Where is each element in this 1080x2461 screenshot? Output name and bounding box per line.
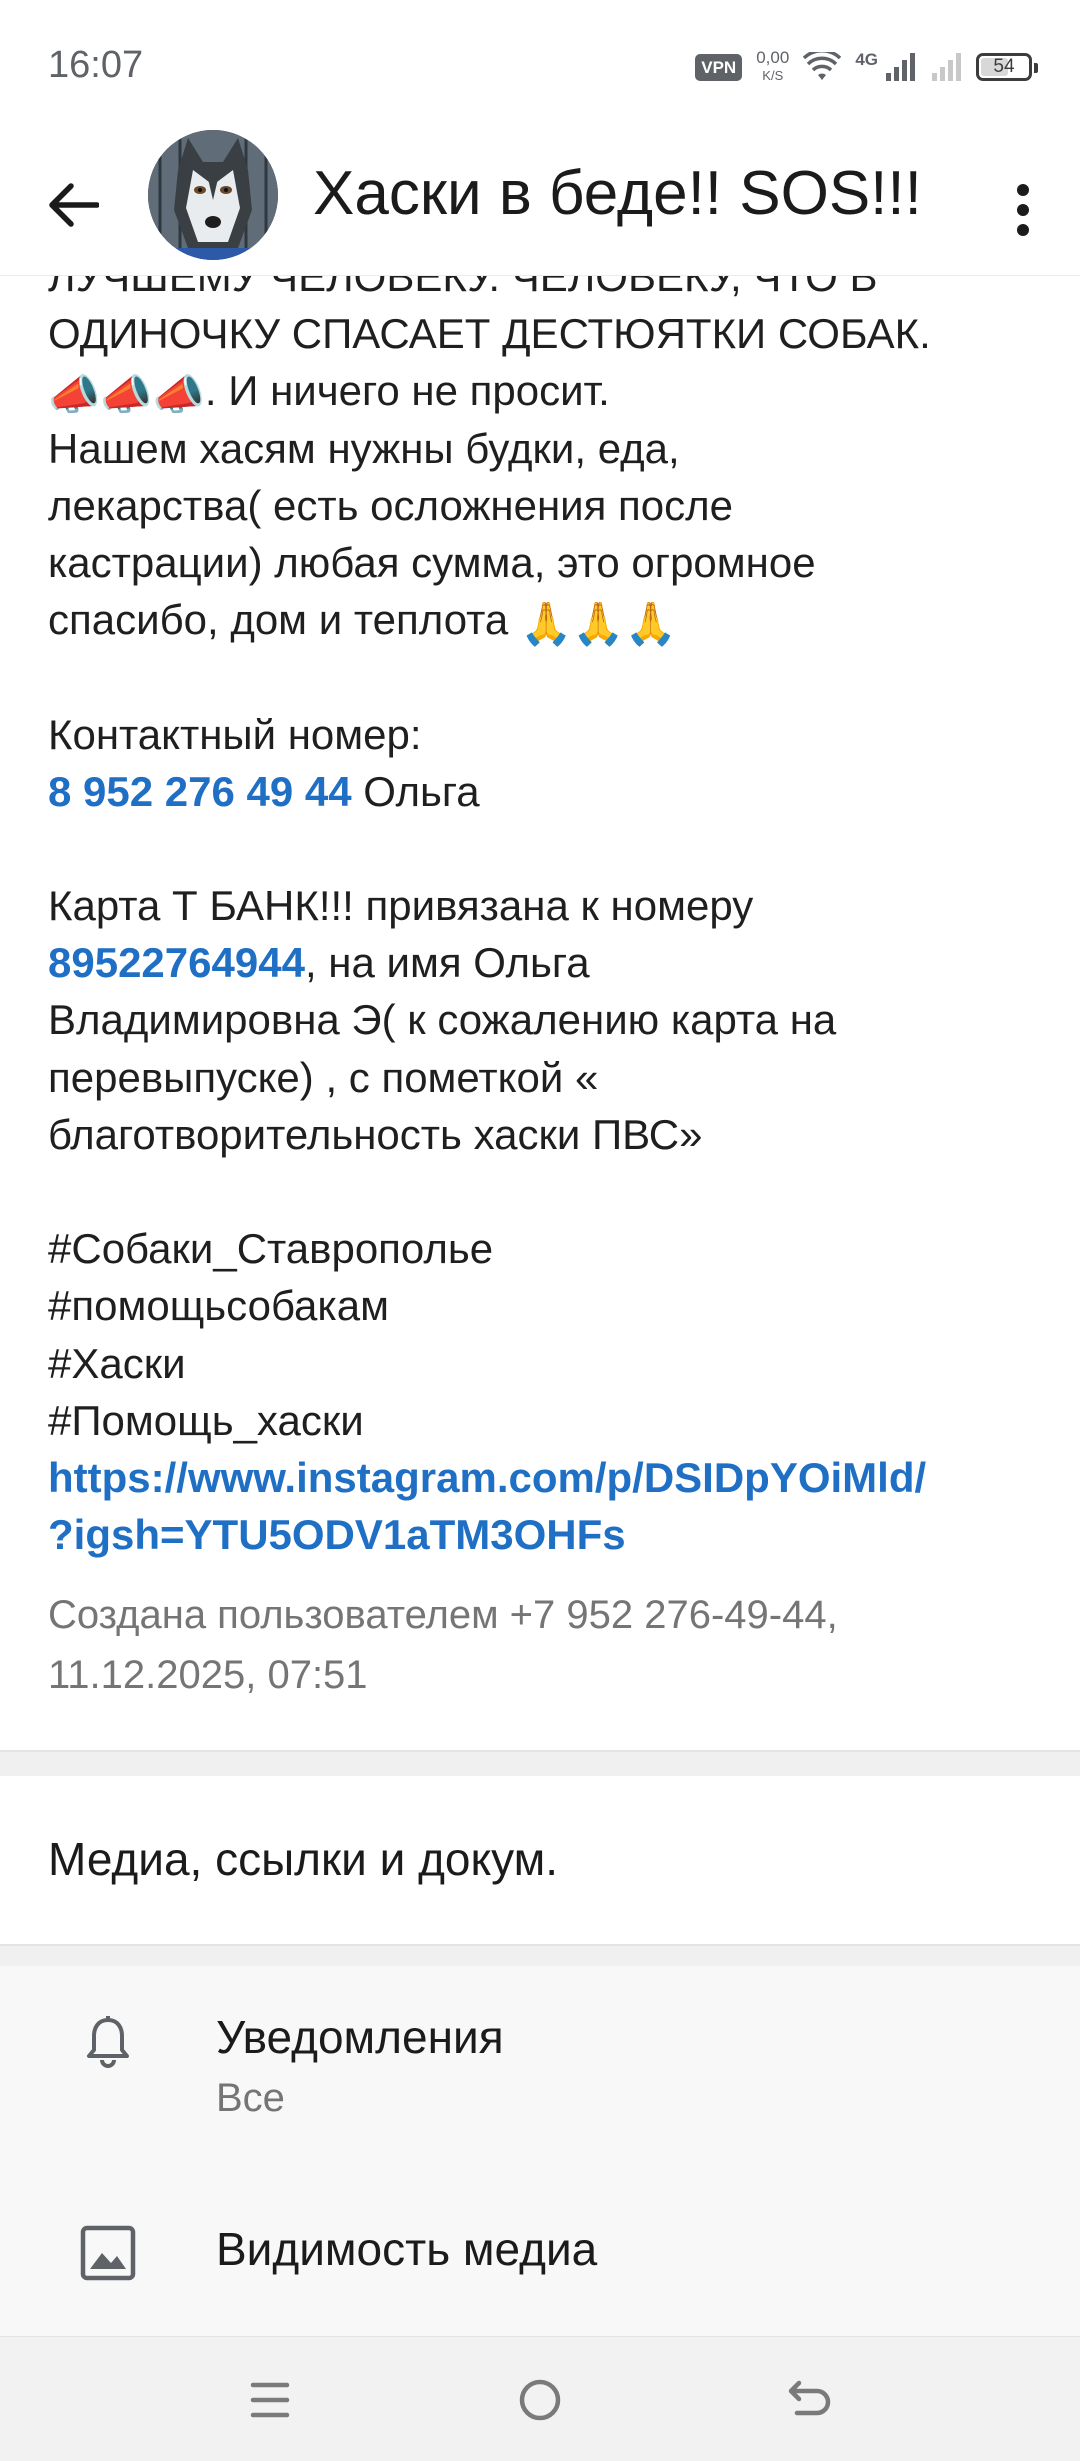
menu-icon <box>250 2382 290 2418</box>
notifications-value: Все <box>216 2076 285 2120</box>
signal-icon <box>886 53 915 81</box>
network-type: 4G <box>855 50 878 69</box>
description-line: Нашем хасям нужны будки, еда, <box>48 424 680 472</box>
instagram-link[interactable]: https://www.instagram.com/p/DSIDpYOiMld/ <box>48 1449 1048 1506</box>
network-speed-unit: K/S <box>762 68 784 83</box>
hashtag[interactable]: #Собаки_Ставрополье <box>48 1220 1048 1277</box>
media-visibility-title: Видимость медиа <box>216 2223 598 2275</box>
description-line: кастрации) любая сумма, это огромное <box>48 538 816 586</box>
contact-name: Ольга <box>351 767 480 815</box>
description-text: спасибо, дом и теплота <box>48 596 520 644</box>
description-line: 📣📣📣. И ничего не просит. <box>48 362 1048 419</box>
settings-section: Уведомления Все Видимость медиа <box>0 1966 1080 2336</box>
arrow-left-icon <box>49 183 99 227</box>
card-text: , на имя Ольга <box>304 939 590 987</box>
more-vertical-icon <box>1017 184 1029 236</box>
card-line: Владимировна Э( к сожалению карта на <box>48 996 837 1044</box>
chat-header: Хаски в беде!! SOS!!! <box>0 130 1080 275</box>
hashtag[interactable]: #помощьсобакам <box>48 1277 1048 1334</box>
card-line: благотворительность хаски ПВС» <box>48 1110 703 1158</box>
nav-menu-button[interactable] <box>235 2367 305 2433</box>
megaphone-emoji: 📣📣📣 <box>48 371 205 419</box>
contact-line: 8 952 276 49 44 Ольга <box>48 763 1048 820</box>
status-bar: 16:07 VPN 0,00 K/S 4G 54 <box>0 0 1080 130</box>
nav-home-button[interactable] <box>505 2367 575 2433</box>
status-time: 16:07 <box>48 44 144 86</box>
nav-back-button[interactable] <box>775 2367 845 2433</box>
contact-phone-link[interactable]: 8 952 276 49 44 <box>48 768 352 815</box>
card-line: 89522764944, на имя Ольга <box>48 934 1048 991</box>
hashtag[interactable]: #Помощь_хаски <box>48 1392 1048 1449</box>
description-line: лекарства( есть осложнения после <box>48 481 734 529</box>
battery-level: 54 <box>993 56 1015 77</box>
system-navigation-bar <box>0 2336 1080 2461</box>
media-links-docs-row[interactable]: Медиа, ссылки и докум. <box>0 1776 1080 1946</box>
card-line: Карта Т БАНК!!! привязана к номеру <box>48 882 754 930</box>
card-phone-link[interactable]: 89522764944 <box>48 939 305 986</box>
instagram-link-continued[interactable]: ?igsh=YTU5ODV1aTM3OHFs <box>48 1506 1048 1563</box>
section-divider <box>0 1750 1080 1778</box>
hashtag[interactable]: #Хаски <box>48 1335 1048 1392</box>
created-by: Создана пользователем +7 952 276-49-44, <box>48 1593 838 1637</box>
battery-icon: 54 <box>976 53 1038 81</box>
back-arrow-icon <box>788 2380 831 2416</box>
pray-emoji: 🙏🙏🙏 <box>519 600 677 648</box>
card-line: перевыпуске) , с пометкой « <box>48 1053 599 1101</box>
avatar[interactable] <box>148 130 278 260</box>
chat-title: Хаски в беде!! SOS!!! <box>313 159 922 228</box>
media-visibility-row[interactable]: Видимость медиа <box>0 2166 1080 2336</box>
bell-icon <box>75 2008 141 2074</box>
signal-2-icon <box>932 53 961 81</box>
created-date: 11.12.2025, 07:51 <box>48 1653 368 1697</box>
media-links-docs-label: Медиа, ссылки и докум. <box>48 1833 559 1885</box>
network-speed: 0,00 K/S <box>756 49 789 85</box>
husky-avatar-icon <box>148 130 278 260</box>
description-line: ОДИНОЧКУ СПАСАЕТ ДЕСТЮЯТКИ СОБАК. <box>48 310 931 358</box>
wifi-icon <box>803 52 842 80</box>
home-circle-icon <box>519 2379 561 2421</box>
image-icon <box>75 2220 141 2286</box>
back-button[interactable] <box>38 170 108 240</box>
network-speed-value: 0,00 <box>756 48 790 67</box>
group-description: ЛУЧШЕМУ ЧЕЛОВЕКУ. ЧЕЛОВЕКУ, ЧТО В ОДИНОЧ… <box>48 248 1048 1563</box>
description-text: . И ничего не просит. <box>204 367 610 415</box>
created-info: Создана пользователем +7 952 276-49-44, … <box>48 1585 1048 1705</box>
vpn-badge: VPN <box>695 53 743 81</box>
notifications-title: Уведомления <box>216 2011 504 2063</box>
contact-label: Контактный номер: <box>48 710 422 758</box>
notifications-row[interactable]: Уведомления Все <box>0 1966 1080 2136</box>
status-icons: VPN 0,00 K/S 4G 54 <box>695 44 1038 90</box>
description-line: спасибо, дом и теплота 🙏🙏🙏 <box>48 591 1048 648</box>
more-options-button[interactable] <box>988 170 1058 250</box>
